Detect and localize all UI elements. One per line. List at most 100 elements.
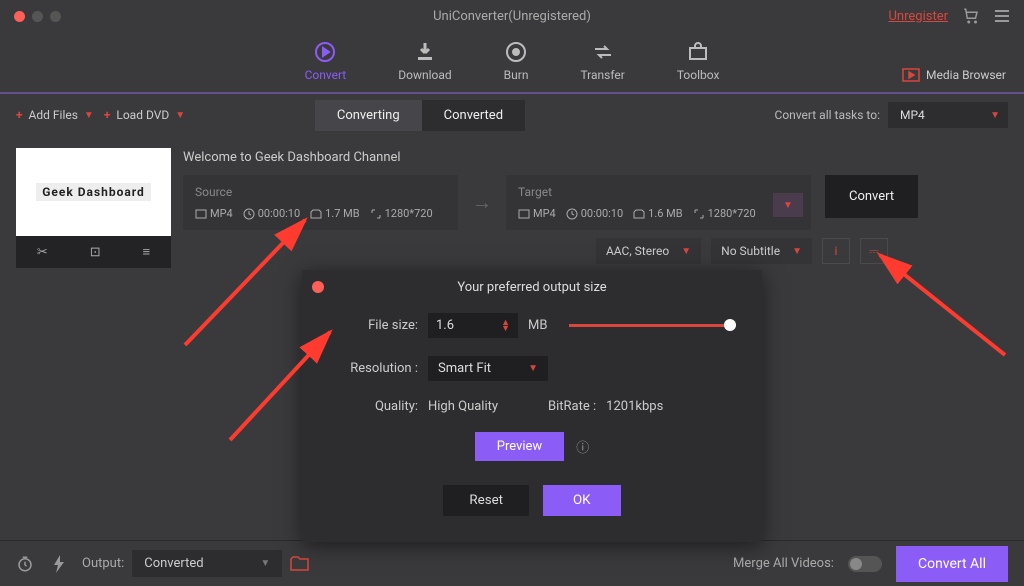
tab-download[interactable]: Download [398,40,451,82]
tab-toolbox[interactable]: Toolbox [677,40,720,82]
plus-icon: + [16,108,23,122]
source-duration: 00:00:10 [243,207,300,220]
unregister-link[interactable]: Unregister [888,9,948,24]
separator [0,92,1024,94]
clock-icon[interactable] [16,555,34,573]
transfer-icon [591,40,615,64]
resolution-label: Resolution : [328,361,418,376]
media-browser-label: Media Browser [926,68,1006,82]
source-label: Source [195,185,446,199]
quality-value: High Quality [428,399,498,414]
tab-burn[interactable]: Burn [504,40,529,82]
menu-icon[interactable] [994,9,1010,23]
convert-button[interactable]: Convert [825,175,918,218]
output-size-dialog: Your preferred output size File size: 1.… [302,270,762,542]
source-format: MP4 [195,207,233,220]
media-browser-button[interactable]: Media Browser [902,68,1006,82]
open-folder-icon[interactable] [290,556,310,572]
tab-burn-label: Burn [504,68,529,82]
load-dvd-label: Load DVD [116,108,169,122]
convert-all-button[interactable]: Convert All [896,546,1008,582]
cart-icon[interactable] [962,7,980,25]
file-size-label: File size: [328,318,418,333]
thumbnail-tools: ✂ ⊡ ≡ [16,236,171,268]
source-resolution: 1280*720 [370,207,433,220]
trim-icon[interactable]: ✂ [37,245,48,260]
add-files-button[interactable]: + Add Files ▼ [16,108,94,122]
media-browser-icon [902,68,920,82]
info-icon[interactable]: ⓘ [576,437,589,456]
merge-label: Merge All Videos: [733,556,834,571]
file-size-slider[interactable] [569,324,736,327]
target-size: 1.6 MB [633,207,682,220]
tab-transfer[interactable]: Transfer [580,40,624,82]
chevron-down-icon: ▼ [175,110,185,121]
chevron-down-icon: ▼ [260,558,270,569]
merge-toggle[interactable] [848,556,882,572]
quality-label: Quality: [328,399,418,414]
thumbnail-text: Geek Dashboard [36,183,151,201]
target-label: Target [518,185,799,199]
reset-button[interactable]: Reset [443,485,529,516]
file-size-input[interactable]: 1.6 ▲▼ [428,313,518,338]
output-folder-select[interactable]: Converted ▼ [132,550,282,577]
bitrate-value: 1201kbps [606,399,663,414]
plus-icon: + [104,108,111,122]
dialog-close-button[interactable] [312,281,324,293]
top-tabs: Convert Download Burn Transfer Toolbox M… [0,32,1024,92]
toolbar: + Add Files ▼ + Load DVD ▼ Converting Co… [0,94,1024,136]
file-size-unit: MB [528,318,547,333]
chevron-down-icon: ▼ [990,110,1000,121]
audio-select[interactable]: AAC, Stereo▼ [596,238,701,264]
tab-convert-label: Convert [305,68,347,82]
output-label: Output: [82,556,124,571]
thumbnail[interactable]: Geek Dashboard [16,148,171,236]
chevron-down-icon: ▼ [681,246,691,257]
window-title: UniConverter(Unregistered) [433,9,591,24]
source-panel: Source MP4 00:00:10 1.7 MB 1280*720 [183,175,458,230]
window-maximize-button[interactable] [50,11,61,22]
window-close-button[interactable] [14,11,25,22]
stepper-icon[interactable]: ▲▼ [501,320,510,332]
adjust-icon[interactable]: ≡ [142,244,150,260]
load-dvd-button[interactable]: + Load DVD ▼ [104,108,185,122]
item-title: Welcome to Geek Dashboard Channel [183,148,1008,167]
tab-converting[interactable]: Converting [315,100,422,131]
crop-icon[interactable]: ⊡ [90,245,101,260]
slider-thumb[interactable] [724,319,736,331]
titlebar: UniConverter(Unregistered) Unregister [0,0,1024,32]
window-minimize-button[interactable] [32,11,43,22]
compress-button[interactable]: ⎓ [860,238,888,264]
output-format-select[interactable]: MP4 ▼ [888,102,1008,128]
toolbox-icon [686,40,710,64]
target-resolution: 1280*720 [693,207,756,220]
convert-all-label: Convert all tasks to: [775,108,880,122]
chevron-down-icon: ▼ [84,110,94,121]
subtitle-select[interactable]: No Subtitle▼ [711,238,812,264]
tab-download-label: Download [398,68,451,82]
converting-tabs: Converting Converted [315,100,525,131]
dialog-title: Your preferred output size [457,280,606,295]
convert-icon [313,40,337,64]
output-format-value: MP4 [900,108,925,122]
thumbnail-area: Geek Dashboard ✂ ⊡ ≡ [16,148,171,574]
tab-convert[interactable]: Convert [305,40,347,82]
target-format: MP4 [518,207,556,220]
arrow-right-icon: → [472,190,492,215]
ok-button[interactable]: OK [543,485,621,516]
burn-icon [504,40,528,64]
preview-button[interactable]: Preview [475,432,564,461]
target-dropdown[interactable]: ▼ [773,193,803,217]
source-size: 1.7 MB [310,207,359,220]
chevron-down-icon: ▼ [528,363,538,374]
add-files-label: Add Files [29,108,78,122]
info-button[interactable]: i [822,238,850,264]
tab-toolbox-label: Toolbox [677,68,720,82]
download-icon [413,40,437,64]
target-duration: 00:00:10 [566,207,623,220]
resolution-select[interactable]: Smart Fit▼ [428,356,548,381]
tab-transfer-label: Transfer [580,68,624,82]
tab-converted[interactable]: Converted [422,100,525,131]
bitrate-label: BitRate : [548,399,596,414]
flash-icon[interactable] [52,555,66,573]
